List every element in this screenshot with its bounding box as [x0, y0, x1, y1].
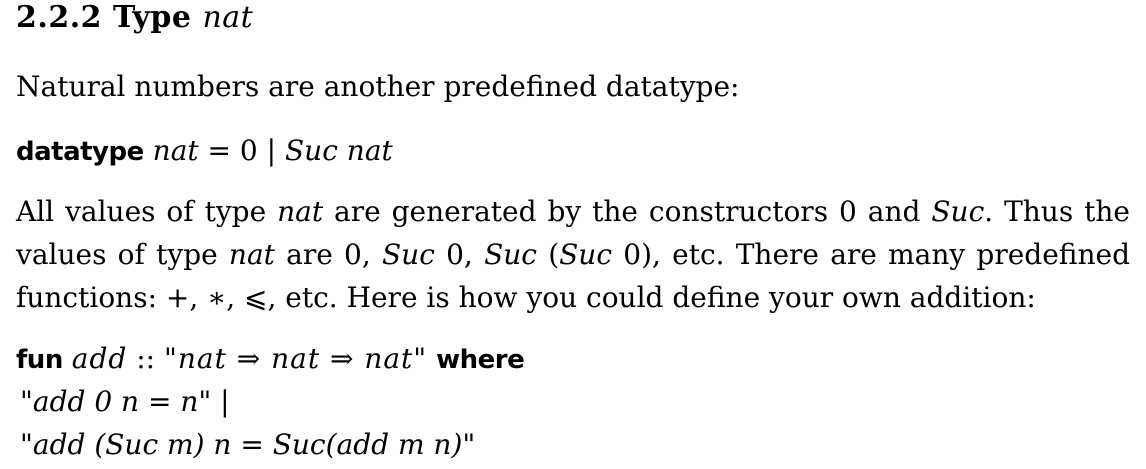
fun-name: add — [71, 342, 128, 375]
fun-keyword: fun — [16, 345, 63, 375]
datatype-eq: = — [198, 134, 240, 167]
paragraph-line-3: functions: +, ∗, ⩽, etc. Here is how you… — [16, 281, 1036, 314]
math-zero: 0 — [344, 238, 362, 271]
fun-colons: :: — [127, 342, 164, 375]
datatype-keyword: datatype — [16, 137, 144, 167]
datatype-bar: | — [257, 134, 285, 167]
paragraph-line-2: values of type nat are 0, Suc 0, Suc (Su… — [16, 238, 1130, 271]
text-run: and — [856, 195, 932, 228]
text-run: values of type — [16, 238, 229, 271]
text-run: , — [361, 238, 382, 271]
section-number: 2.2.2 — [16, 0, 103, 35]
equation-2: "add (Suc m) n = Suc(add m n)" — [20, 428, 476, 461]
section-heading: 2.2.2 Type nat — [16, 0, 253, 35]
datatype-declaration: datatype nat = 0 | Suc nat — [16, 134, 393, 167]
math-suc: Suc — [484, 238, 537, 271]
text-run: . Thus the — [984, 195, 1130, 228]
math-nat: nat — [228, 238, 275, 271]
math-suc: Suc — [931, 195, 985, 228]
text-run: are generated by the constructors — [323, 195, 839, 228]
equation-1: "add 0 n = n" | — [20, 385, 230, 418]
text-run: are — [274, 238, 345, 271]
paragraph-line-1: All values of type nat are generated by … — [16, 195, 1130, 228]
section-type-word: Type — [112, 0, 192, 35]
text-run: 0), etc. There are many predefined — [612, 238, 1130, 271]
math-nat: nat — [277, 195, 324, 228]
section-type-name: nat — [202, 0, 254, 35]
datatype-arg: nat — [346, 134, 393, 167]
math-zero: 0 — [839, 195, 857, 228]
intro-text: Natural numbers are another predefined d… — [16, 70, 740, 103]
fun-declaration: fun add :: "nat ⇒ nat ⇒ nat" where — [16, 342, 525, 375]
datatype-lhs: nat — [152, 134, 199, 167]
text-run: 0, — [434, 238, 485, 271]
fun-type-signature: "nat ⇒ nat ⇒ nat" — [163, 342, 428, 375]
text-run: All values of type — [16, 195, 278, 228]
math-suc: Suc — [381, 238, 435, 271]
datatype-zero: 0 — [239, 134, 258, 167]
text-run: ( — [536, 238, 560, 271]
datatype-suc: Suc — [284, 134, 338, 167]
math-suc: Suc — [559, 238, 613, 271]
where-keyword: where — [436, 345, 525, 375]
